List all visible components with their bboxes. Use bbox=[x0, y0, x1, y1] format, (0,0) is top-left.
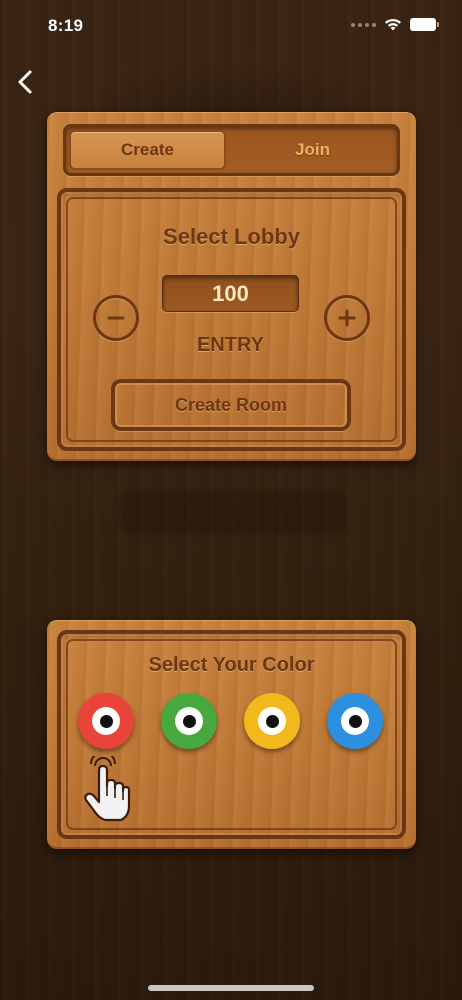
chevron-left-icon bbox=[18, 70, 32, 94]
color-option-blue[interactable] bbox=[327, 693, 383, 749]
color-option-red[interactable] bbox=[78, 693, 134, 749]
tap-hand-icon bbox=[84, 756, 131, 822]
lobby-panel: Create Join Select Lobby 100 ENTRY Creat… bbox=[47, 112, 416, 461]
status-bar: 8:19 bbox=[0, 0, 462, 50]
signal-icon bbox=[351, 22, 376, 27]
back-button[interactable] bbox=[12, 66, 40, 98]
battery-icon bbox=[410, 18, 439, 31]
color-panel: Select Your Color bbox=[47, 620, 416, 849]
minus-icon bbox=[107, 316, 125, 320]
tab-join[interactable]: Join bbox=[231, 130, 394, 170]
wifi-icon bbox=[385, 18, 401, 31]
increase-entry-button[interactable] bbox=[324, 295, 370, 341]
color-option-green[interactable] bbox=[161, 693, 217, 749]
status-icons bbox=[351, 18, 439, 31]
decrease-entry-button[interactable] bbox=[93, 295, 139, 341]
color-option-yellow[interactable] bbox=[244, 693, 300, 749]
tab-create[interactable]: Create bbox=[69, 130, 226, 170]
status-time: 8:19 bbox=[48, 16, 84, 35]
entry-label: ENTRY bbox=[196, 334, 265, 356]
mode-tab-bar: Create Join bbox=[63, 124, 400, 176]
home-indicator bbox=[148, 985, 314, 991]
plus-icon bbox=[338, 309, 356, 327]
entry-amount-display: 100 bbox=[162, 275, 299, 312]
select-lobby-title: Select Lobby bbox=[163, 224, 300, 249]
create-room-button[interactable]: Create Room bbox=[111, 379, 351, 431]
select-color-title: Select Your Color bbox=[148, 654, 315, 676]
background-ghost-button bbox=[120, 490, 346, 534]
